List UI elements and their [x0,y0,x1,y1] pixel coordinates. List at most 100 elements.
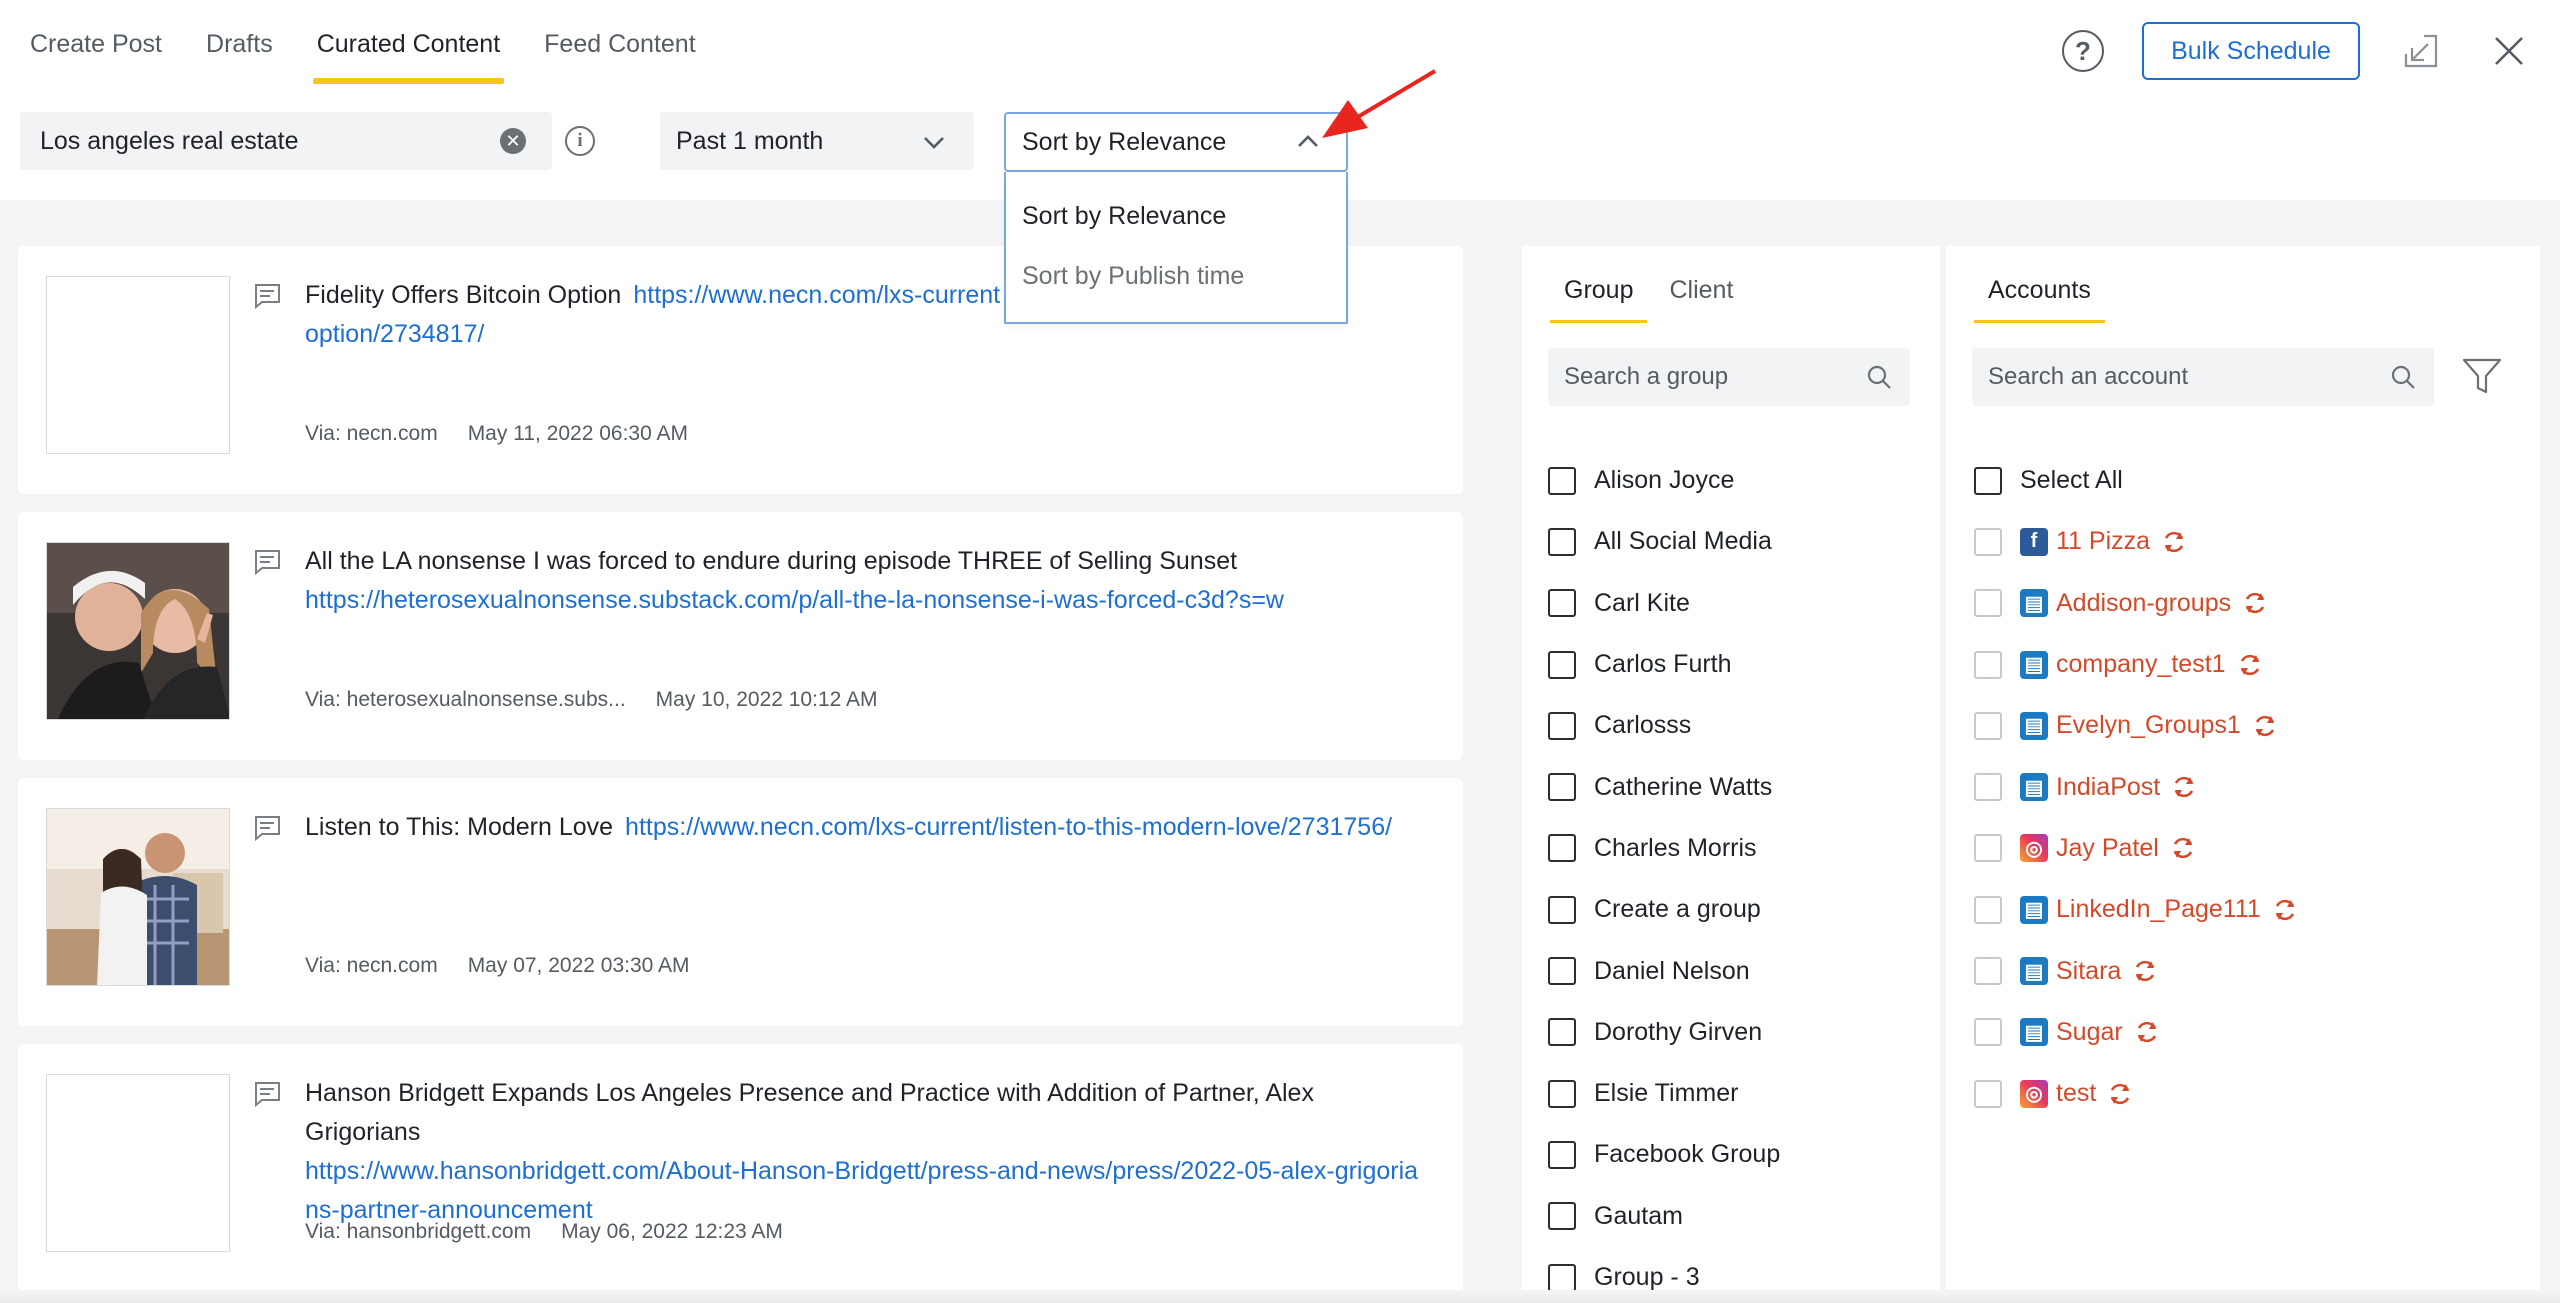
checkbox[interactable] [1974,773,2002,802]
refresh-icon[interactable] [2106,1080,2134,1108]
checkbox[interactable] [1548,834,1576,863]
clear-search-icon[interactable]: ✕ [500,128,526,154]
search-icon[interactable] [2390,364,2416,390]
checkbox[interactable] [1548,895,1576,924]
group-item[interactable]: All Social Media [1548,511,1780,572]
comment-icon[interactable] [252,814,282,842]
tab-feed-content[interactable]: Feed Content [544,30,696,82]
checkbox[interactable] [1548,1140,1576,1169]
checkbox[interactable] [1974,527,2002,556]
refresh-icon[interactable] [2160,528,2188,556]
refresh-icon[interactable] [2133,1018,2161,1046]
search-icon[interactable] [1866,364,1892,390]
comment-icon[interactable] [252,1080,282,1108]
card-link[interactable]: https://www.necn.com/lxs-current [633,281,1000,309]
card-link-continued[interactable]: option/2734817/ [305,320,484,348]
refresh-icon[interactable] [2169,834,2197,862]
checkbox[interactable] [1974,466,2002,495]
group-item[interactable]: Carlosss [1548,695,1780,756]
account-item[interactable]: ▤ company_test1 [1974,634,2299,695]
comment-icon[interactable] [252,282,282,310]
account-item[interactable]: ▤ Evelyn_Groups1 [1974,695,2299,756]
checkbox[interactable] [1548,711,1576,740]
checkbox[interactable] [1548,1079,1576,1108]
checkbox[interactable] [1548,466,1576,495]
sort-option-relevance[interactable]: Sort by Relevance [1022,202,1226,231]
checkbox[interactable] [1974,895,2002,924]
checkbox[interactable] [1974,711,2002,740]
refresh-icon[interactable] [2251,712,2279,740]
group-item[interactable]: Create a group [1548,879,1780,940]
checkbox[interactable] [1548,1018,1576,1047]
tab-accounts[interactable]: Accounts [1974,276,2105,324]
account-item[interactable]: ▤ Sugar [1974,1002,2299,1063]
checkbox[interactable] [1548,589,1576,618]
group-search-placeholder: Search a group [1564,363,1729,390]
refresh-icon[interactable] [2131,957,2159,985]
group-item[interactable]: Dorothy Girven [1548,1002,1780,1063]
group-item[interactable]: Carlos Furth [1548,634,1780,695]
filter-icon[interactable] [2460,354,2504,398]
checkbox[interactable] [1974,834,2002,863]
select-all-item[interactable]: Select All [1974,450,2299,511]
account-item[interactable]: ▤ Sitara [1974,940,2299,1001]
group-item[interactable]: Daniel Nelson [1548,940,1780,1001]
account-item[interactable]: ▤ Addison-groups [1974,573,2299,634]
checkbox[interactable] [1548,773,1576,802]
refresh-icon[interactable] [2271,896,2299,924]
close-icon[interactable] [2490,32,2528,70]
card-link[interactable]: https://www.necn.com/lxs-current/listen-… [625,813,1392,841]
checkbox[interactable] [1974,957,2002,986]
tab-create-post[interactable]: Create Post [30,30,162,82]
checkbox[interactable] [1548,1202,1576,1231]
info-icon[interactable]: i [565,126,595,156]
checkbox[interactable] [1974,1018,2002,1047]
checkbox[interactable] [1548,650,1576,679]
checkbox[interactable] [1548,527,1576,556]
card-meta: Via: heterosexualnonsense.subs... May 10… [305,688,877,712]
group-label: Create a group [1594,895,1761,924]
refresh-icon[interactable] [2241,589,2269,617]
checkbox[interactable] [1548,957,1576,986]
help-icon[interactable]: ? [2062,30,2104,72]
account-item[interactable]: ◎ test [1974,1063,2299,1124]
minimize-icon[interactable] [2402,32,2440,70]
instagram-icon: ◎ [2020,834,2048,863]
card-date: May 06, 2022 12:23 AM [561,1220,783,1243]
bulk-schedule-button[interactable]: Bulk Schedule [2142,22,2360,80]
account-name: IndiaPost [2056,772,2161,801]
account-item[interactable]: ▤ LinkedIn_Page111 [1974,879,2299,940]
comment-icon[interactable] [252,548,282,576]
thumbnail-image [46,542,230,720]
checkbox[interactable] [1974,650,2002,679]
card-link[interactable]: https://www.hansonbridgett.com/About-Han… [305,1157,1418,1224]
account-item[interactable]: f 11 Pizza [1974,511,2299,572]
linkedin-page-icon: ▤ [2020,650,2048,679]
group-item[interactable]: Alison Joyce [1548,450,1780,511]
search-input[interactable]: Los angeles real estate [20,112,552,170]
group-item[interactable]: Gautam [1548,1186,1780,1247]
checkbox[interactable] [1974,589,2002,618]
checkbox[interactable] [1974,1079,2002,1108]
group-list: Alison Joyce All Social Media Carl Kite … [1548,450,1780,1303]
checkbox[interactable] [1548,1263,1576,1292]
account-item[interactable]: ◎ Jay Patel [1974,818,2299,879]
group-item[interactable]: Charles Morris [1548,818,1780,879]
refresh-icon[interactable] [2236,651,2264,679]
refresh-icon[interactable] [2170,773,2198,801]
group-item[interactable]: Facebook Group [1548,1124,1780,1185]
account-item[interactable]: ▤ IndiaPost [1974,756,2299,817]
card-link[interactable]: https://heterosexualnonsense.substack.co… [305,586,1284,614]
group-item[interactable]: Carl Kite [1548,573,1780,634]
group-search-input[interactable]: Search a group [1548,348,1910,406]
tab-drafts[interactable]: Drafts [206,30,273,82]
account-search-input[interactable]: Search an account [1972,348,2434,406]
account-name: Evelyn_Groups1 [2056,711,2241,740]
group-item[interactable]: Elsie Timmer [1548,1063,1780,1124]
tab-curated-content[interactable]: Curated Content [312,30,505,84]
group-item[interactable]: Catherine Watts [1548,756,1780,817]
card-text: Hanson Bridgett Expands Los Angeles Pres… [305,1074,1425,1230]
tab-client[interactable]: Client [1669,276,1733,324]
sort-option-publish-time[interactable]: Sort by Publish time [1022,262,1244,291]
tab-group[interactable]: Group [1549,276,1649,324]
